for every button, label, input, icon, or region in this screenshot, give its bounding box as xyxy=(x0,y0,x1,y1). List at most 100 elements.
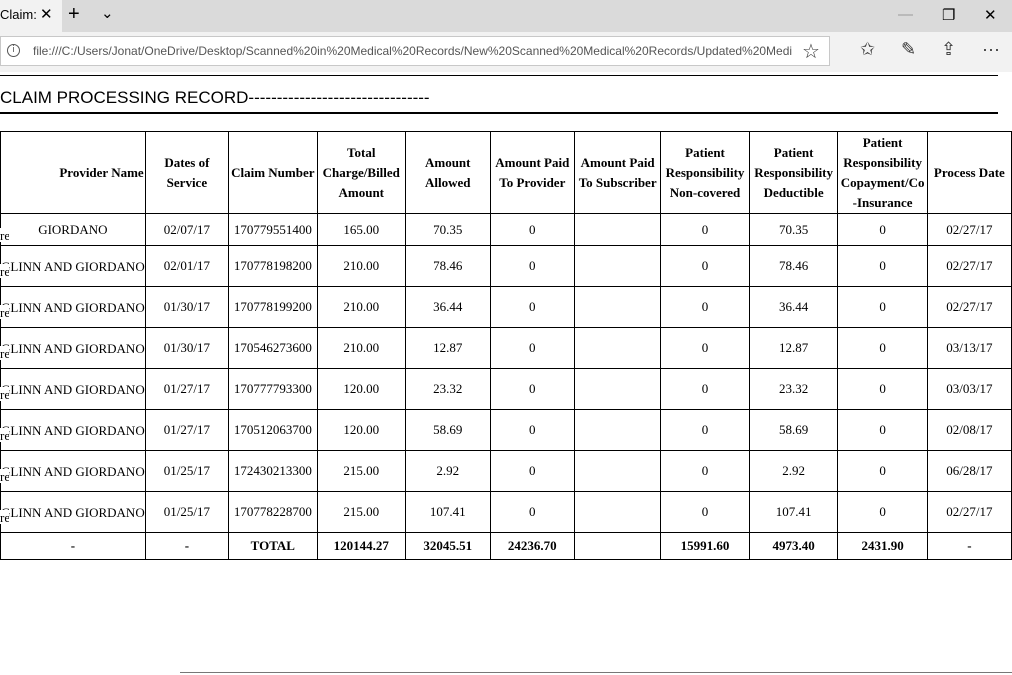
total-charge-cell: 210.00 xyxy=(316,327,406,369)
share-icon[interactable]: ⇪ xyxy=(941,39,956,60)
deductible-cell: 23.32 xyxy=(748,368,839,410)
table-row: GLINN AND GIORDANO 01/30/17 170546273600 21… xyxy=(0,327,1012,369)
total-charge-cell: 215.00 xyxy=(316,491,406,533)
table-row: GLINN AND GIORDANO 01/27/17 170512063700 12… xyxy=(0,409,1012,451)
browser-tab[interactable]: Claim: ✕ xyxy=(0,0,62,32)
url-text[interactable]: file:///C:/Users/Jonat/OneDrive/Desktop/… xyxy=(33,44,797,58)
clipped-row-stub: re xyxy=(0,228,9,242)
amount-allowed-cell: 2.92 xyxy=(404,450,491,492)
notes-pen-icon[interactable]: ✎ xyxy=(901,39,916,60)
amount-allowed-cell: 58.69 xyxy=(404,409,491,451)
paid-to-provider-cell: 0 xyxy=(489,245,576,287)
paid-to-subscriber-cell xyxy=(574,368,662,410)
paid-to-subscriber-cell xyxy=(574,286,662,328)
paid-to-subscriber-cell xyxy=(574,245,662,287)
copay-coinsurance-cell: 0 xyxy=(837,286,928,328)
total-cell xyxy=(574,532,662,560)
non-covered-cell: 0 xyxy=(660,327,750,369)
column-header: Amount Paid To Provider xyxy=(489,131,576,214)
paid-to-subscriber-cell xyxy=(574,409,662,451)
total-cell: - xyxy=(926,532,1012,560)
table-row: GLINN AND GIORDANO 01/25/17 170778228700 21… xyxy=(0,491,1012,533)
claims-table: Provider Name Dates of Service Claim Num… xyxy=(0,131,1012,560)
paid-to-subscriber-cell xyxy=(574,213,662,246)
provider-name-cell: GIORDANO xyxy=(0,213,146,246)
total-cell: 4973.40 xyxy=(748,532,839,560)
tab-title: Claim: xyxy=(0,7,37,22)
date-of-service-cell: 01/25/17 xyxy=(144,491,230,533)
url-field[interactable]: i file:///C:/Users/Jonat/OneDrive/Deskto… xyxy=(0,36,830,66)
title-divider xyxy=(0,112,998,114)
clipped-row-stub: re xyxy=(0,264,9,278)
top-divider xyxy=(0,75,998,76)
address-bar: i file:///C:/Users/Jonat/OneDrive/Deskto… xyxy=(0,32,1012,72)
copay-coinsurance-cell: 0 xyxy=(837,491,928,533)
date-of-service-cell: 02/07/17 xyxy=(144,213,230,246)
provider-name-cell: GLINN AND GIORDANO xyxy=(0,450,146,492)
provider-name-cell: GLINN AND GIORDANO xyxy=(0,491,146,533)
provider-name-cell: GLINN AND GIORDANO xyxy=(0,245,146,287)
table-row: GLINN AND GIORDANO 02/01/17 170778198200 21… xyxy=(0,245,1012,287)
more-menu-icon[interactable]: ··· xyxy=(982,39,1000,60)
column-header: Patient Responsibility Deductible xyxy=(748,131,839,214)
column-header: Total Charge/Billed Amount xyxy=(316,131,406,214)
provider-name-cell: GLINN AND GIORDANO xyxy=(0,286,146,328)
paid-to-subscriber-cell xyxy=(574,491,662,533)
total-charge-cell: 120.00 xyxy=(316,368,406,410)
paid-to-provider-cell: 0 xyxy=(489,450,576,492)
tab-bar: Claim: ✕ + ⌄ — ❐ ✕ xyxy=(0,0,1012,32)
clipped-row-stub: re xyxy=(0,428,9,442)
table-row: GIORDANO 02/07/17 170779551400 165.00 70.35 0… xyxy=(0,213,1012,246)
date-of-service-cell: 01/25/17 xyxy=(144,450,230,492)
paid-to-subscriber-cell xyxy=(574,450,662,492)
clipped-row-stub: re xyxy=(0,510,9,524)
deductible-cell: 78.46 xyxy=(748,245,839,287)
total-cell: - xyxy=(144,532,230,560)
total-charge-cell: 210.00 xyxy=(316,245,406,287)
claim-number-cell: 170778198200 xyxy=(228,245,318,287)
total-cell: - xyxy=(0,532,146,560)
info-icon[interactable]: i xyxy=(7,44,20,57)
table-row: GLINN AND GIORDANO 01/25/17 172430213300 21… xyxy=(0,450,1012,492)
window-close-icon[interactable]: ✕ xyxy=(984,6,997,24)
non-covered-cell: 0 xyxy=(660,450,750,492)
clipped-row-stub: re xyxy=(0,469,9,483)
amount-allowed-cell: 70.35 xyxy=(404,213,491,246)
process-date-cell: 03/13/17 xyxy=(926,327,1012,369)
copay-coinsurance-cell: 0 xyxy=(837,213,928,246)
date-of-service-cell: 02/01/17 xyxy=(144,245,230,287)
claim-number-cell: 170778228700 xyxy=(228,491,318,533)
tab-list-chevron-icon[interactable]: ⌄ xyxy=(101,4,114,22)
total-charge-cell: 210.00 xyxy=(316,286,406,328)
process-date-cell: 06/28/17 xyxy=(926,450,1012,492)
favorites-icon[interactable]: ✩ xyxy=(860,39,875,60)
total-cell: 32045.51 xyxy=(404,532,491,560)
column-header: Amount Paid To Subscriber xyxy=(574,131,662,214)
tab-close-icon[interactable]: ✕ xyxy=(40,5,53,23)
total-charge-cell: 215.00 xyxy=(316,450,406,492)
provider-name-cell: GLINN AND GIORDANO xyxy=(0,368,146,410)
minimize-icon[interactable]: — xyxy=(898,6,913,23)
favorite-star-icon[interactable]: ☆ xyxy=(802,39,820,64)
page-title: CLAIM PROCESSING RECORD-----------------… xyxy=(0,88,430,107)
non-covered-cell: 0 xyxy=(660,368,750,410)
amount-allowed-cell: 12.87 xyxy=(404,327,491,369)
date-of-service-cell: 01/30/17 xyxy=(144,286,230,328)
paid-to-provider-cell: 0 xyxy=(489,409,576,451)
column-header: Dates of Service xyxy=(144,131,230,214)
table-row: GLINN AND GIORDANO 01/27/17 170777793300 12… xyxy=(0,368,1012,410)
new-tab-icon[interactable]: + xyxy=(68,3,80,26)
deductible-cell: 12.87 xyxy=(748,327,839,369)
claim-number-cell: 170777793300 xyxy=(228,368,318,410)
bottom-scroll-line xyxy=(180,672,1012,673)
restore-icon[interactable]: ❐ xyxy=(942,6,955,24)
totals-row: - - TOTAL 120144.27 32045.51 24236.70 15… xyxy=(0,532,1012,560)
column-header: Provider Name xyxy=(0,131,146,214)
claim-number-cell: 170512063700 xyxy=(228,409,318,451)
clipped-row-stub: re xyxy=(0,305,9,319)
total-cell: 24236.70 xyxy=(489,532,576,560)
clipped-row-stub: re xyxy=(0,387,9,401)
non-covered-cell: 0 xyxy=(660,213,750,246)
process-date-cell: 02/27/17 xyxy=(926,213,1012,246)
amount-allowed-cell: 36.44 xyxy=(404,286,491,328)
